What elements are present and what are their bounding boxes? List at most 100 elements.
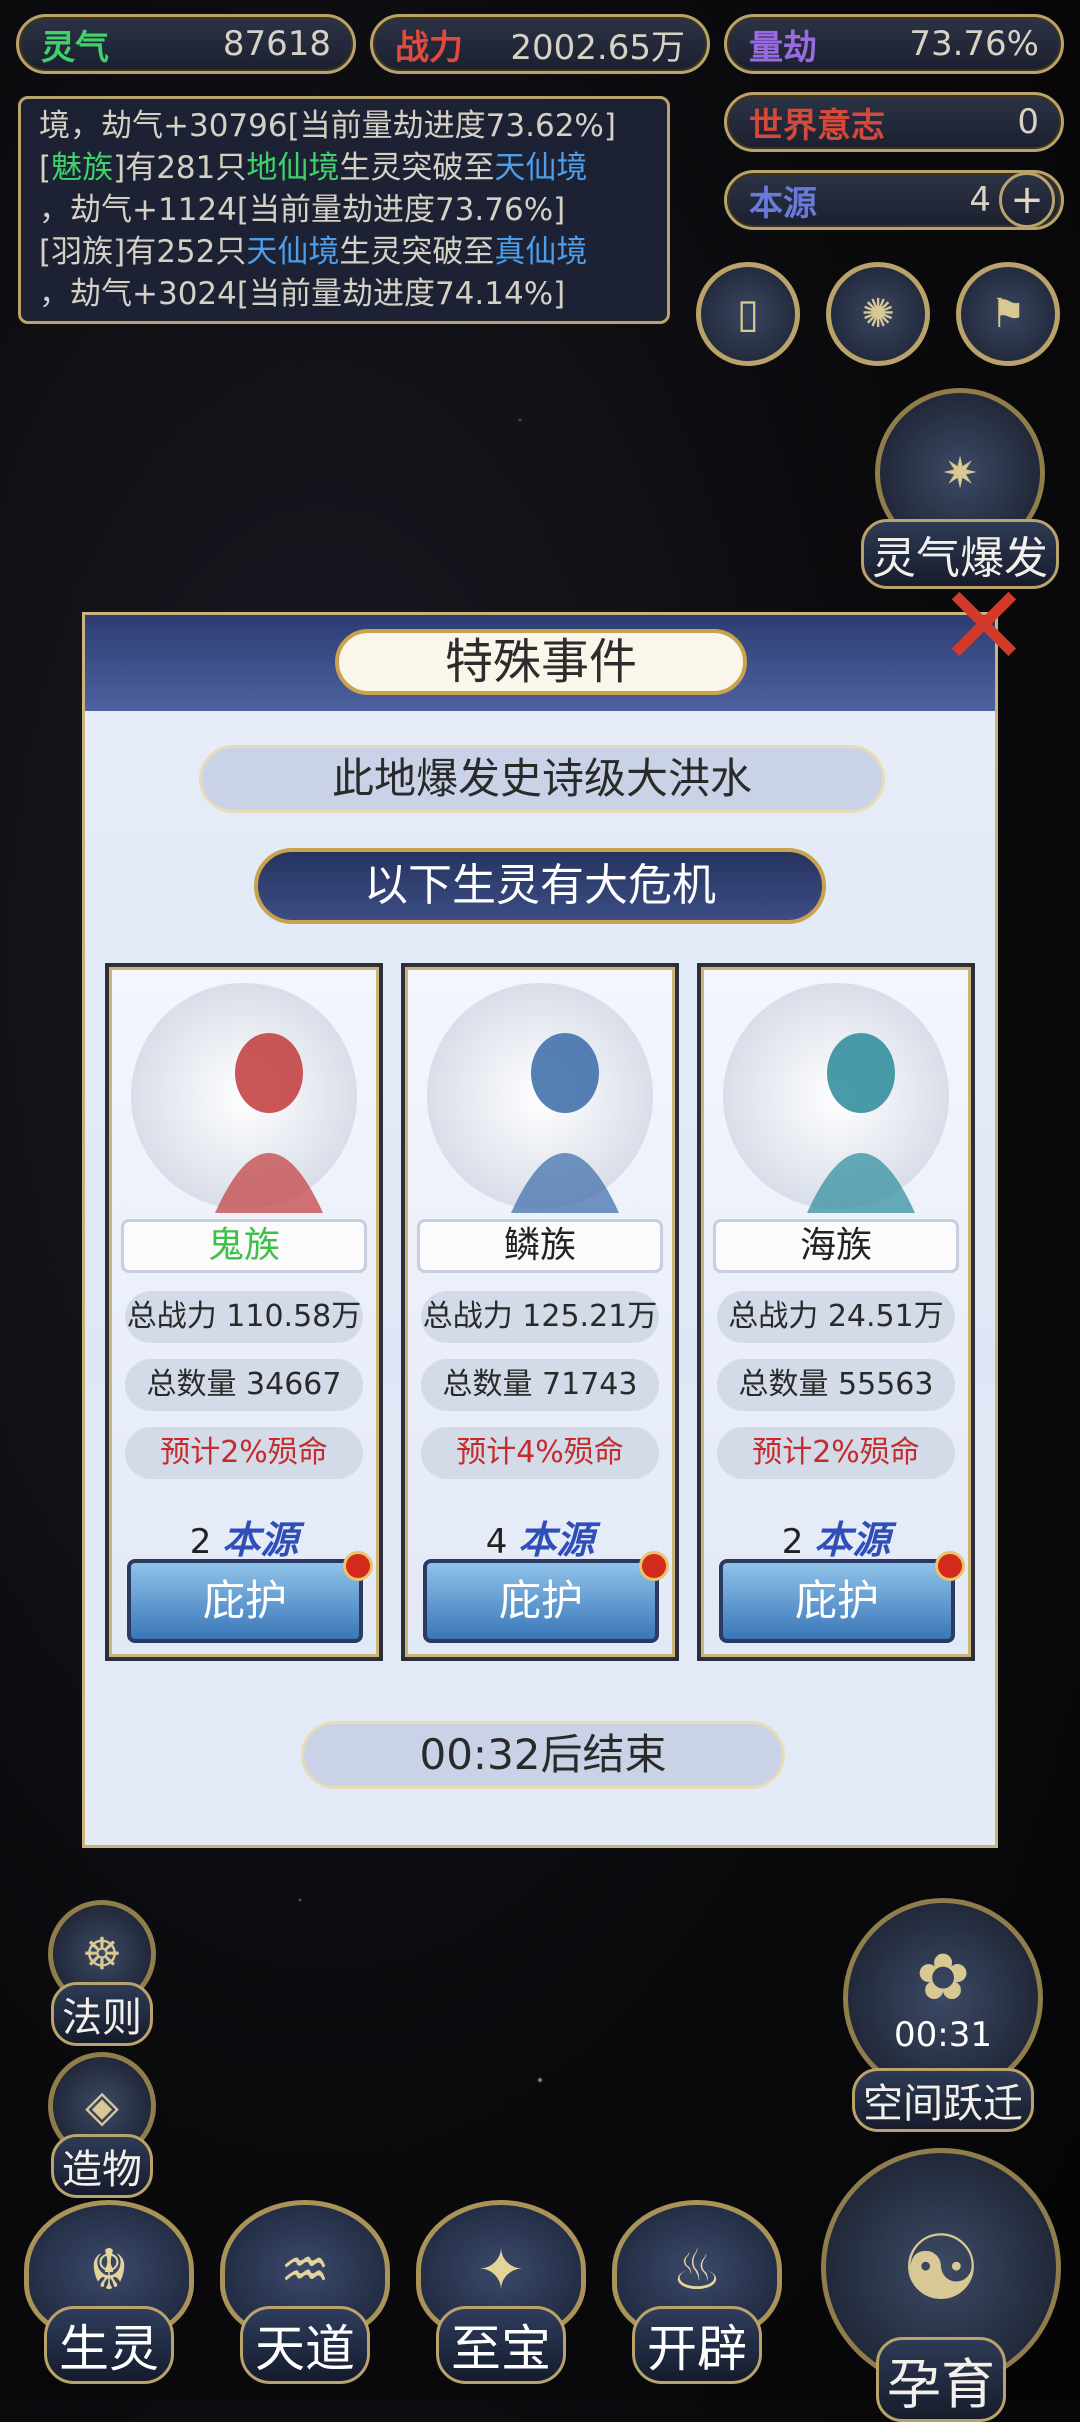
log-text: [ bbox=[39, 150, 52, 186]
log-text: 境，劫气+30796[当前量劫进度73.62%] bbox=[39, 108, 616, 144]
liangjie-stat[interactable]: 量劫 73.76% bbox=[724, 14, 1064, 74]
nav-label: 至宝 bbox=[436, 2306, 566, 2384]
total-count: 总数量 71743 bbox=[421, 1359, 659, 1411]
card-button[interactable]: ▯ bbox=[696, 262, 800, 366]
total-power: 总战力 24.51万 bbox=[717, 1291, 955, 1343]
log-text: 生灵突破至 bbox=[339, 150, 495, 186]
total-count: 总数量 34667 bbox=[125, 1359, 363, 1411]
creature-name: 鬼族 bbox=[121, 1219, 367, 1273]
cost-unit: 本源 bbox=[222, 1517, 299, 1562]
nav-button-3[interactable]: ♨ 开辟 bbox=[602, 2200, 792, 2390]
protect-cost: 2 本源 bbox=[701, 1509, 971, 1564]
benyuan-value: 4 bbox=[969, 180, 991, 220]
creature-portrait bbox=[427, 983, 653, 1213]
cost-number: 2 bbox=[781, 1522, 804, 1562]
nav-label: 开辟 bbox=[632, 2306, 762, 2384]
protect-cost: 2 本源 bbox=[109, 1509, 379, 1564]
zhanli-label: 战力 bbox=[395, 27, 463, 68]
add-benyuan-button[interactable]: + bbox=[999, 172, 1055, 228]
death-risk: 预计2%殒命 bbox=[717, 1427, 955, 1479]
space-jump-button[interactable]: ✿ 00:31 空间跃迁 bbox=[836, 1898, 1050, 2132]
yun-yu-button[interactable]: ☯ 孕育 bbox=[816, 2148, 1066, 2422]
notification-dot-icon bbox=[639, 1551, 669, 1581]
plus-icon: + bbox=[1010, 177, 1044, 223]
flag-button[interactable]: ⚑ bbox=[956, 262, 1060, 366]
log-text: 天仙境 bbox=[494, 150, 588, 186]
fa-ze-button[interactable]: ☸ 法则 bbox=[42, 1900, 162, 2046]
creature-figure bbox=[215, 1033, 323, 1213]
nav-label: 天道 bbox=[240, 2306, 370, 2384]
zao-wu-button[interactable]: ◈ 造物 bbox=[42, 2052, 162, 2198]
card-icon: ▯ bbox=[736, 291, 759, 337]
log-line: ，劫气+1124[当前量劫进度73.76%] bbox=[39, 189, 649, 231]
total-power: 总战力 125.21万 bbox=[421, 1291, 659, 1343]
log-text: [羽族]有252只 bbox=[39, 234, 247, 270]
protect-button[interactable]: 庇护 bbox=[127, 1551, 373, 1643]
space-jump-timer: 00:31 bbox=[894, 2015, 992, 2055]
log-line: [羽族]有252只天仙境生灵突破至真仙境 bbox=[39, 231, 649, 273]
log-line: 境，劫气+30796[当前量劫进度73.62%] bbox=[39, 105, 649, 147]
protect-label: 庇护 bbox=[202, 1576, 287, 1625]
yun-yu-label: 孕育 bbox=[876, 2337, 1006, 2422]
total-power: 总战力 110.58万 bbox=[125, 1291, 363, 1343]
zhanli-stat: 战力 2002.65万 bbox=[370, 14, 710, 74]
lingqi-label: 灵气 bbox=[41, 27, 109, 68]
creature-portrait bbox=[131, 983, 357, 1213]
vortex-button[interactable]: ✺ bbox=[826, 262, 930, 366]
close-button[interactable]: ✕ bbox=[936, 571, 1032, 681]
burst-icon: ✷ bbox=[941, 447, 979, 499]
event-timer: 00:32后结束 bbox=[301, 1721, 785, 1789]
fa-ze-label: 法则 bbox=[51, 1982, 153, 2046]
creature-card: 鬼族总战力 110.58万 总数量 34667 预计2%殒命 2 本源庇护 bbox=[105, 963, 383, 1661]
vortex-icon: ✺ bbox=[861, 291, 895, 337]
creature-figure bbox=[807, 1033, 915, 1213]
protect-label: 庇护 bbox=[794, 1576, 879, 1625]
diamond-icon: ◈ bbox=[85, 2080, 119, 2132]
benyuan-stat[interactable]: 本源 4 + bbox=[724, 170, 1064, 230]
death-risk: 预计2%殒命 bbox=[125, 1427, 363, 1479]
total-count: 总数量 55563 bbox=[717, 1359, 955, 1411]
creature-name: 海族 bbox=[713, 1219, 959, 1273]
lingqi-burst-button[interactable]: ✷ 灵气爆发 bbox=[860, 388, 1060, 589]
log-text: ，劫气+3024[当前量劫进度74.14%] bbox=[39, 276, 566, 312]
shijie-stat[interactable]: 世界意志 0 bbox=[724, 92, 1064, 152]
death-risk: 预计4%殒命 bbox=[421, 1427, 659, 1479]
liangjie-label: 量劫 bbox=[749, 27, 817, 68]
nav-label: 生灵 bbox=[44, 2306, 174, 2384]
log-line: [魅族]有281只地仙境生灵突破至天仙境 bbox=[39, 147, 649, 189]
log-text: 天仙境 bbox=[246, 234, 340, 270]
cost-unit: 本源 bbox=[518, 1517, 595, 1562]
log-line: ，劫气+3024[当前量劫进度74.14%] bbox=[39, 273, 649, 315]
notification-dot-icon bbox=[343, 1551, 373, 1581]
creature-portrait bbox=[723, 983, 949, 1213]
rune-icon: ☸ bbox=[82, 1928, 122, 1980]
zhanli-value: 2002.65万 bbox=[510, 27, 685, 68]
nav-button-1[interactable]: ♒ 天道 bbox=[210, 2200, 400, 2390]
space-jump-label: 空间跃迁 bbox=[852, 2068, 1034, 2132]
event-log[interactable]: 境，劫气+30796[当前量劫进度73.62%] [魅族]有281只地仙境生灵突破… bbox=[18, 96, 670, 324]
creature-figure bbox=[511, 1033, 619, 1213]
embryo-icon: ☯ bbox=[900, 2215, 982, 2321]
event-description: 此地爆发史诗级大洪水 bbox=[199, 745, 885, 813]
shijie-value: 0 bbox=[1017, 102, 1039, 142]
log-text: 真仙境 bbox=[494, 234, 588, 270]
shijie-label: 世界意志 bbox=[749, 105, 885, 146]
benyuan-label: 本源 bbox=[749, 183, 817, 224]
creature-card: 海族总战力 24.51万 总数量 55563 预计2%殒命 2 本源庇护 bbox=[697, 963, 975, 1661]
protect-label: 庇护 bbox=[498, 1576, 583, 1625]
nav-button-0[interactable]: ☬ 生灵 bbox=[14, 2200, 204, 2390]
protect-cost: 4 本源 bbox=[405, 1509, 675, 1564]
log-text: 生灵突破至 bbox=[339, 234, 495, 270]
special-event-modal: 特殊事件 此地爆发史诗级大洪水 鬼族 总战力 110.58万 总数量 34667 预计… bbox=[82, 612, 998, 1848]
liangjie-value: 73.76% bbox=[909, 24, 1039, 64]
zao-wu-label: 造物 bbox=[51, 2134, 153, 2198]
creature-card: 鳞族总战力 125.21万 总数量 71743 预计4%殒命 4 本源庇护 bbox=[401, 963, 679, 1661]
flag-icon: ⚑ bbox=[990, 291, 1026, 337]
protect-button[interactable]: 庇护 bbox=[719, 1551, 965, 1643]
cost-number: 4 bbox=[485, 1522, 508, 1562]
creature-name: 鳞族 bbox=[417, 1219, 663, 1273]
nav-button-2[interactable]: ✦ 至宝 bbox=[406, 2200, 596, 2390]
protect-button[interactable]: 庇护 bbox=[423, 1551, 669, 1643]
lingqi-value: 87618 bbox=[222, 24, 331, 64]
notification-dot-icon bbox=[935, 1551, 965, 1581]
